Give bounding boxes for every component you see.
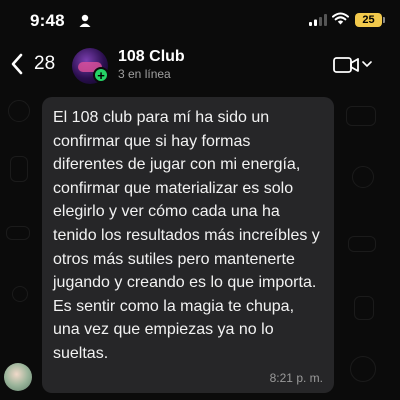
battery-level: 25 (362, 14, 375, 26)
wallpaper-doodle (12, 286, 28, 302)
wallpaper-doodle (346, 106, 376, 126)
chat-header: 28 + 108 Club 3 en línea (0, 44, 400, 86)
wifi-icon (332, 12, 349, 25)
chat-title[interactable]: 108 Club (118, 48, 185, 66)
message-timestamp: 8:21 p. m. (269, 371, 323, 385)
wallpaper-doodle (348, 236, 376, 252)
wallpaper-doodle (354, 296, 374, 320)
video-call-icon[interactable] (333, 56, 359, 74)
online-status: 3 en línea (118, 67, 171, 81)
message-bubble[interactable]: El 108 club para mí ha sido un confirmar… (42, 97, 334, 393)
message-text: El 108 club para mí ha sido un confirmar… (53, 109, 320, 362)
wallpaper-doodle (352, 166, 374, 188)
wallpaper-doodle (10, 156, 28, 182)
wallpaper-doodle (6, 226, 30, 240)
unread-chats-count[interactable]: 28 (34, 53, 55, 75)
person-icon (79, 14, 91, 27)
cellular-signal-icon (309, 14, 327, 26)
wallpaper-doodle (350, 356, 376, 382)
status-bar: 9:48 25 (0, 0, 400, 44)
battery-tip (383, 17, 385, 23)
status-time: 9:48 (30, 11, 65, 30)
back-chevron-icon[interactable] (10, 52, 24, 76)
chevron-down-icon[interactable] (362, 60, 372, 68)
add-icon[interactable]: + (93, 67, 109, 83)
sender-avatar[interactable] (4, 363, 32, 391)
wallpaper-doodle (8, 100, 30, 122)
battery-indicator: 25 (355, 13, 382, 27)
